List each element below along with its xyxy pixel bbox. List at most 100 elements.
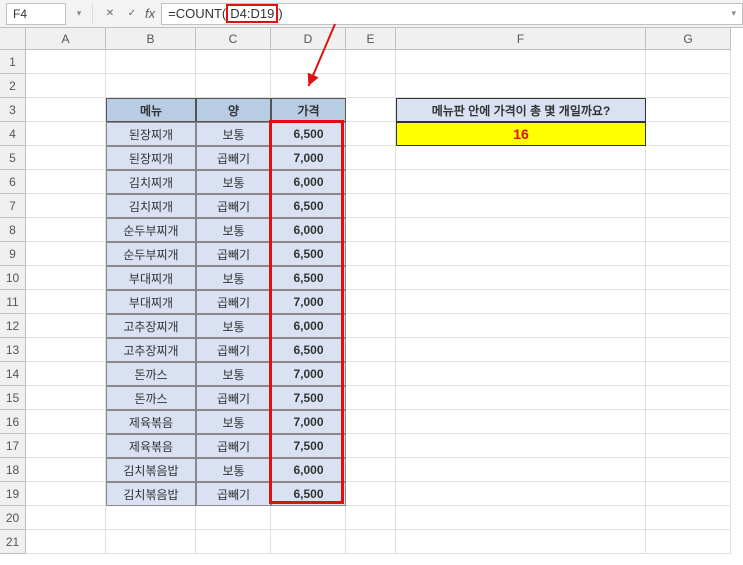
cell-F21[interactable] — [396, 530, 646, 554]
cell-D1[interactable] — [271, 50, 346, 74]
cell-D19[interactable]: 6,500 — [271, 482, 346, 506]
cell-F1[interactable] — [396, 50, 646, 74]
row-header-4[interactable]: 4 — [0, 122, 26, 146]
cell-A9[interactable] — [26, 242, 106, 266]
cell-F7[interactable] — [396, 194, 646, 218]
cell-G2[interactable] — [646, 74, 731, 98]
cell-A5[interactable] — [26, 146, 106, 170]
cell-D6[interactable]: 6,000 — [271, 170, 346, 194]
cell-C16[interactable]: 보통 — [196, 410, 271, 434]
cell-B17[interactable]: 제육볶음 — [106, 434, 196, 458]
row-header-7[interactable]: 7 — [0, 194, 26, 218]
cell-C1[interactable] — [196, 50, 271, 74]
cell-A8[interactable] — [26, 218, 106, 242]
cell-A7[interactable] — [26, 194, 106, 218]
cell-F9[interactable] — [396, 242, 646, 266]
cell-E11[interactable] — [346, 290, 396, 314]
row-header-8[interactable]: 8 — [0, 218, 26, 242]
formula-input[interactable]: =COUNT(D4:D19) ▾ — [161, 3, 743, 25]
cell-A4[interactable] — [26, 122, 106, 146]
cell-E14[interactable] — [346, 362, 396, 386]
cell-F16[interactable] — [396, 410, 646, 434]
cell-A16[interactable] — [26, 410, 106, 434]
cell-A6[interactable] — [26, 170, 106, 194]
cell-D17[interactable]: 7,500 — [271, 434, 346, 458]
cell-C11[interactable]: 곱빼기 — [196, 290, 271, 314]
cell-E7[interactable] — [346, 194, 396, 218]
cell-D20[interactable] — [271, 506, 346, 530]
cell-F6[interactable] — [396, 170, 646, 194]
cell-A20[interactable] — [26, 506, 106, 530]
cell-E20[interactable] — [346, 506, 396, 530]
cell-G1[interactable] — [646, 50, 731, 74]
column-header-A[interactable]: A — [26, 28, 106, 50]
cell-E6[interactable] — [346, 170, 396, 194]
column-header-B[interactable]: B — [106, 28, 196, 50]
column-header-E[interactable]: E — [346, 28, 396, 50]
cell-C4[interactable]: 보통 — [196, 122, 271, 146]
row-header-9[interactable]: 9 — [0, 242, 26, 266]
cell-A13[interactable] — [26, 338, 106, 362]
cell-C21[interactable] — [196, 530, 271, 554]
cell-G16[interactable] — [646, 410, 731, 434]
row-header-17[interactable]: 17 — [0, 434, 26, 458]
cell-B6[interactable]: 김치찌개 — [106, 170, 196, 194]
formula-expand-icon[interactable]: ▾ — [725, 8, 736, 19]
cell-D7[interactable]: 6,500 — [271, 194, 346, 218]
row-header-2[interactable]: 2 — [0, 74, 26, 98]
cell-F18[interactable] — [396, 458, 646, 482]
cell-D16[interactable]: 7,000 — [271, 410, 346, 434]
cell-C19[interactable]: 곱빼기 — [196, 482, 271, 506]
cells-grid[interactable]: 메뉴양가격메뉴판 안에 가격이 총 몇 개일까요?된장찌개보통6,50016된장… — [26, 50, 731, 554]
cell-E8[interactable] — [346, 218, 396, 242]
cell-F20[interactable] — [396, 506, 646, 530]
cancel-icon[interactable]: ✕ — [101, 5, 119, 23]
cell-B13[interactable]: 고추장찌개 — [106, 338, 196, 362]
row-header-11[interactable]: 11 — [0, 290, 26, 314]
cell-F4[interactable]: 16 — [396, 122, 646, 146]
cell-F8[interactable] — [396, 218, 646, 242]
cell-B7[interactable]: 김치찌개 — [106, 194, 196, 218]
cell-F10[interactable] — [396, 266, 646, 290]
cell-F12[interactable] — [396, 314, 646, 338]
cell-B18[interactable]: 김치볶음밥 — [106, 458, 196, 482]
cell-B15[interactable]: 돈까스 — [106, 386, 196, 410]
cell-E1[interactable] — [346, 50, 396, 74]
cell-E12[interactable] — [346, 314, 396, 338]
cell-E19[interactable] — [346, 482, 396, 506]
cell-G21[interactable] — [646, 530, 731, 554]
cell-E2[interactable] — [346, 74, 396, 98]
enter-icon[interactable]: ✓ — [123, 5, 141, 23]
cell-G10[interactable] — [646, 266, 731, 290]
row-header-13[interactable]: 13 — [0, 338, 26, 362]
cell-B20[interactable] — [106, 506, 196, 530]
cell-E15[interactable] — [346, 386, 396, 410]
cell-F3[interactable]: 메뉴판 안에 가격이 총 몇 개일까요? — [396, 98, 646, 122]
cell-E18[interactable] — [346, 458, 396, 482]
cell-G18[interactable] — [646, 458, 731, 482]
cell-B8[interactable]: 순두부찌개 — [106, 218, 196, 242]
cell-A21[interactable] — [26, 530, 106, 554]
cell-F5[interactable] — [396, 146, 646, 170]
cell-A12[interactable] — [26, 314, 106, 338]
cell-G5[interactable] — [646, 146, 731, 170]
cell-D11[interactable]: 7,000 — [271, 290, 346, 314]
row-header-18[interactable]: 18 — [0, 458, 26, 482]
select-all-corner[interactable] — [0, 28, 26, 50]
cell-E17[interactable] — [346, 434, 396, 458]
cell-A15[interactable] — [26, 386, 106, 410]
row-header-10[interactable]: 10 — [0, 266, 26, 290]
cell-C3[interactable]: 양 — [196, 98, 271, 122]
row-header-19[interactable]: 19 — [0, 482, 26, 506]
cell-C10[interactable]: 보통 — [196, 266, 271, 290]
cell-E9[interactable] — [346, 242, 396, 266]
cell-A10[interactable] — [26, 266, 106, 290]
cell-B19[interactable]: 김치볶음밥 — [106, 482, 196, 506]
cell-G7[interactable] — [646, 194, 731, 218]
cell-F15[interactable] — [396, 386, 646, 410]
cell-A14[interactable] — [26, 362, 106, 386]
cell-A19[interactable] — [26, 482, 106, 506]
name-box-dropdown-icon[interactable]: ▾ — [72, 8, 86, 19]
cell-G14[interactable] — [646, 362, 731, 386]
cell-G4[interactable] — [646, 122, 731, 146]
